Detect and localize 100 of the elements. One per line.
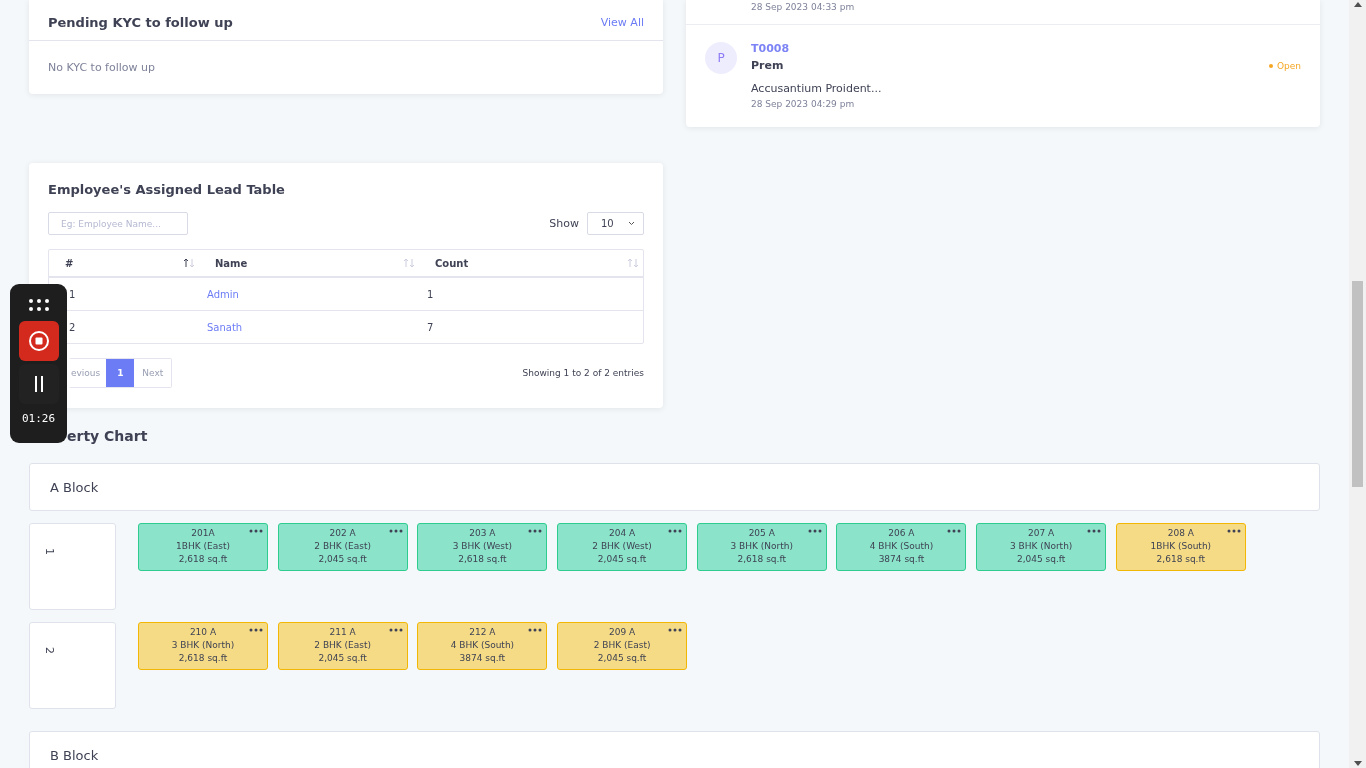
unit-area: 3874 sq.ft <box>878 553 925 566</box>
table-cell-text: 1 <box>426 288 435 300</box>
unit-type: 2 BHK (East) <box>314 540 372 553</box>
view-all-link[interactable]: View All <box>600 15 644 29</box>
unit-card[interactable]: 211 A 2 BHK (East) 2,045 sq.ft <box>277 622 408 670</box>
table-cell-text: 7 <box>426 321 435 333</box>
column-header[interactable]: Count <box>419 257 643 269</box>
employee-link[interactable]: Sanath <box>199 321 419 333</box>
pagination-button[interactable]: 1 <box>106 359 135 387</box>
unit-type: 2 BHK (East) <box>314 639 372 652</box>
unit-card[interactable]: 201A 1BHK (East) 2,618 sq.ft <box>138 523 268 571</box>
more-icon[interactable] <box>947 529 962 533</box>
block-name: A Block <box>50 479 99 495</box>
more-icon[interactable] <box>1226 529 1241 533</box>
unit-type: 3 BHK (North) <box>1009 540 1073 553</box>
scroll-up-icon[interactable] <box>1353 2 1362 7</box>
unit-number: 204 A <box>608 527 636 540</box>
unit-card[interactable]: 206 A 4 BHK (South) 3874 sq.ft <box>836 523 967 571</box>
chevron-down-icon <box>628 221 635 226</box>
status-label: Open <box>1276 60 1301 71</box>
pause-icon <box>33 376 44 392</box>
stop-icon <box>27 330 50 352</box>
show-label: Show <box>549 217 579 230</box>
unit-area: 2,618 sq.ft <box>458 553 507 566</box>
more-icon[interactable] <box>1087 529 1102 533</box>
unit-area: 3874 sq.ft <box>459 652 506 665</box>
unit-area: 2,618 sq.ft <box>737 553 786 566</box>
unit-card[interactable]: 207 A 3 BHK (North) 2,045 sq.ft <box>976 523 1107 571</box>
unit-card[interactable]: 210 A 3 BHK (North) 2,618 sq.ft <box>138 622 268 670</box>
more-icon[interactable] <box>249 628 263 632</box>
unit-type: 2 BHK (West) <box>592 540 652 553</box>
unit-area: 2,618 sq.ft <box>178 553 228 566</box>
avatar: P <box>705 42 737 74</box>
unit-type: 1BHK (East) <box>176 540 230 553</box>
unit-type: 3 BHK (North) <box>171 639 235 652</box>
block-name: B Block <box>50 747 99 763</box>
unit-number: 211 A <box>329 626 356 639</box>
pause-button[interactable] <box>18 364 59 404</box>
table-cell-text: 1 <box>68 288 77 300</box>
unit-type: 2 BHK (East) <box>593 639 651 652</box>
card-title: Employee's Assigned Lead Table <box>48 182 285 197</box>
more-icon[interactable] <box>807 529 822 533</box>
more-icon[interactable] <box>249 529 263 533</box>
unit-area: 2,045 sq.ft <box>597 652 647 665</box>
unit-number: 208 A <box>1167 527 1194 540</box>
more-icon[interactable] <box>528 628 543 632</box>
unit-type: 3 BHK (West) <box>452 540 513 553</box>
empty-message: No KYC to follow up <box>47 60 156 76</box>
unit-area: 2,045 sq.ft <box>318 652 367 665</box>
ticket-date: 28 Sep 2023 04:33 pm <box>751 2 856 12</box>
ticket-summary: Accusantium Proident... <box>751 82 883 95</box>
unit-type: 3 BHK (North) <box>730 540 793 553</box>
column-header[interactable]: # <box>49 257 199 269</box>
unit-type: 4 BHK (South) <box>450 639 515 652</box>
unit-number: 202 A <box>329 527 356 540</box>
unit-number: 205 A <box>748 527 775 540</box>
unit-card[interactable]: 203 A 3 BHK (West) 2,618 sq.ft <box>417 523 548 571</box>
stop-button[interactable] <box>18 321 59 361</box>
unit-area: 2,618 sq.ft <box>1156 553 1206 566</box>
recording-timer: 01:26 <box>21 412 56 425</box>
grip-icon[interactable] <box>27 298 50 312</box>
unit-number: 206 A <box>888 527 915 540</box>
page-size-select[interactable]: 10 <box>587 212 644 235</box>
unit-area: 2,045 sq.ft <box>597 553 647 566</box>
unit-number: 212 A <box>469 626 496 639</box>
scroll-down-icon[interactable] <box>1353 761 1362 766</box>
ticket-date: 28 Sep 2023 04:29 pm <box>751 99 856 109</box>
more-icon[interactable] <box>388 529 403 533</box>
unit-card[interactable]: 208 A 1BHK (South) 2,618 sq.ft <box>1115 523 1246 571</box>
more-icon[interactable] <box>388 628 403 632</box>
unit-area: 2,045 sq.ft <box>1016 553 1066 566</box>
unit-card[interactable]: 204 A 2 BHK (West) 2,045 sq.ft <box>557 523 688 571</box>
unit-number: 210 A <box>189 626 217 639</box>
unit-card[interactable]: 209 A 2 BHK (East) 2,045 sq.ft <box>557 622 688 670</box>
sort-icon <box>183 258 195 268</box>
customer-name: Prem <box>751 59 784 72</box>
unit-area: 2,618 sq.ft <box>178 652 228 665</box>
unit-number: 207 A <box>1028 527 1055 540</box>
unit-area: 2,045 sq.ft <box>318 553 367 566</box>
unit-card[interactable]: 202 A 2 BHK (East) 2,045 sq.ft <box>277 523 408 571</box>
more-icon[interactable] <box>668 628 683 632</box>
unit-number: 201A <box>191 527 215 540</box>
section-title: erty Chart <box>67 428 149 444</box>
scrollbar-track[interactable] <box>1349 0 1366 768</box>
search-field[interactable]: Eg: Employee Name... <box>48 212 188 235</box>
card-title: Pending KYC to follow up <box>48 14 233 30</box>
unit-card[interactable]: 205 A 3 BHK (North) 2,618 sq.ft <box>696 523 827 571</box>
entries-info: Showing 1 to 2 of 2 entries <box>522 368 644 378</box>
more-icon[interactable] <box>668 529 683 533</box>
column-header[interactable]: Name <box>199 257 419 269</box>
floor-number: 2 <box>43 647 56 654</box>
scroll-thumb[interactable] <box>1352 281 1363 487</box>
unit-card[interactable]: 212 A 4 BHK (South) 3874 sq.ft <box>417 622 548 670</box>
table-cell-text: 2 <box>68 321 77 333</box>
floor-number: 1 <box>43 548 56 555</box>
sort-icon <box>627 258 639 268</box>
more-icon[interactable] <box>528 529 543 533</box>
employee-link[interactable]: Admin <box>199 288 419 300</box>
unit-type: 1BHK (South) <box>1150 540 1212 553</box>
unit-type: 4 BHK (South) <box>869 540 934 553</box>
